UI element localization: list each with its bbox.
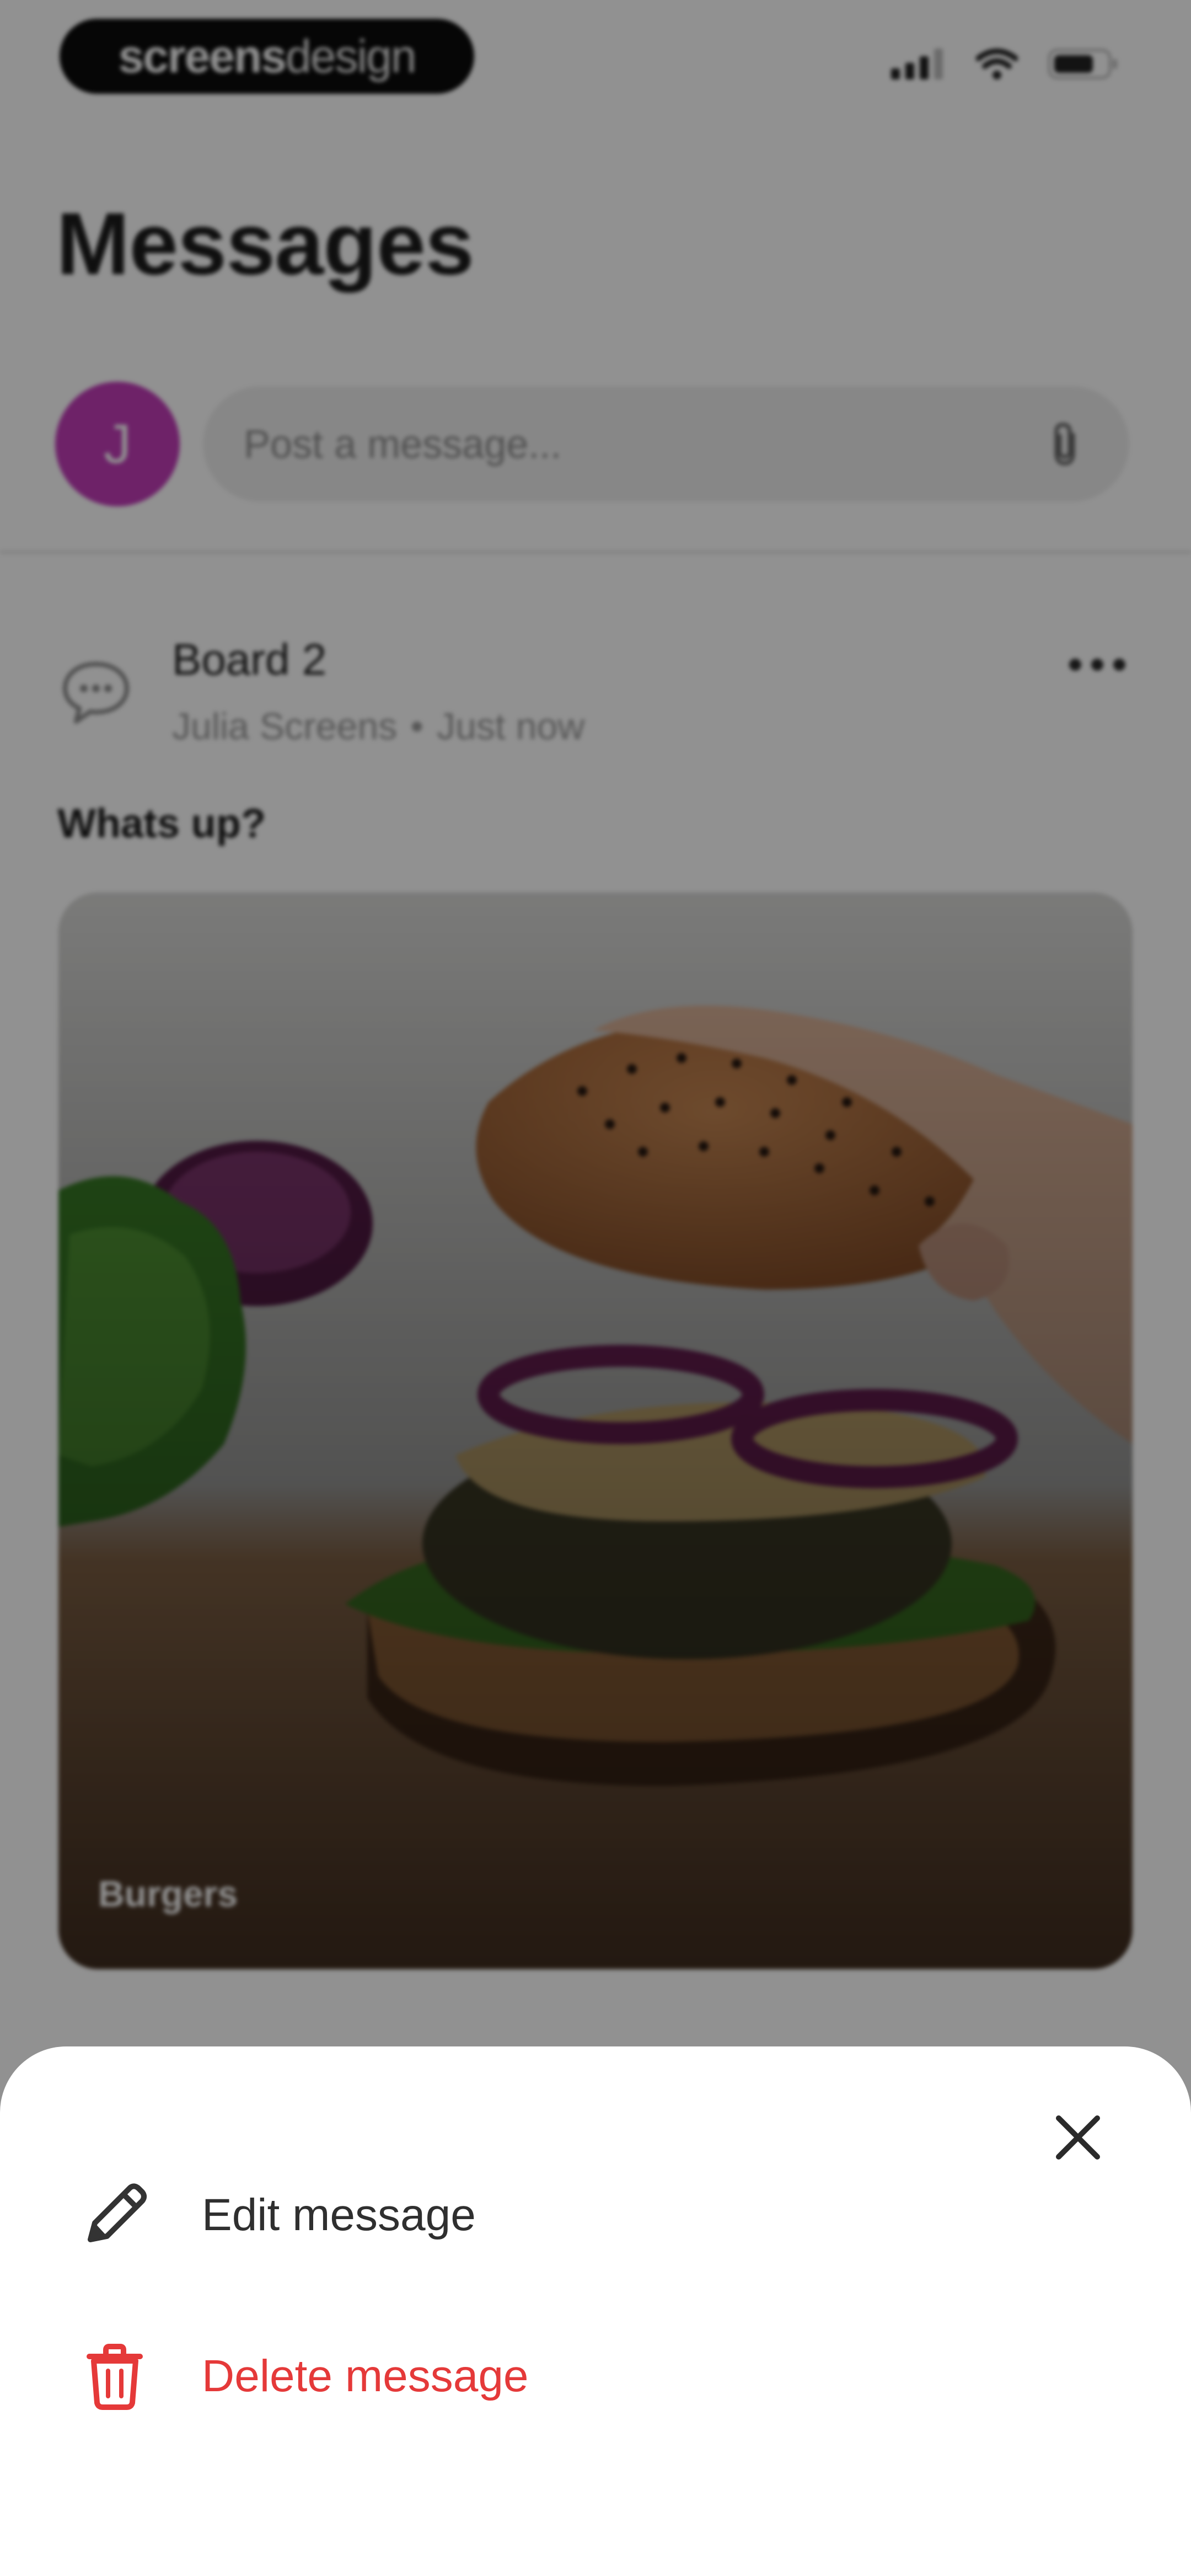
pencil-icon bbox=[88, 2183, 147, 2242]
edit-message-label: Edit message bbox=[202, 2190, 476, 2240]
message-actions-sheet: Edit message Delete message bbox=[0, 2046, 1191, 2576]
trash-icon bbox=[87, 2344, 143, 2410]
app-screen: screens design Messages J Post a message… bbox=[0, 0, 1191, 2576]
close-icon[interactable] bbox=[1048, 2107, 1108, 2168]
delete-message-label: Delete message bbox=[202, 2351, 529, 2401]
edit-message-button[interactable]: Edit message bbox=[77, 2174, 476, 2257]
delete-message-button[interactable]: Delete message bbox=[77, 2335, 529, 2418]
